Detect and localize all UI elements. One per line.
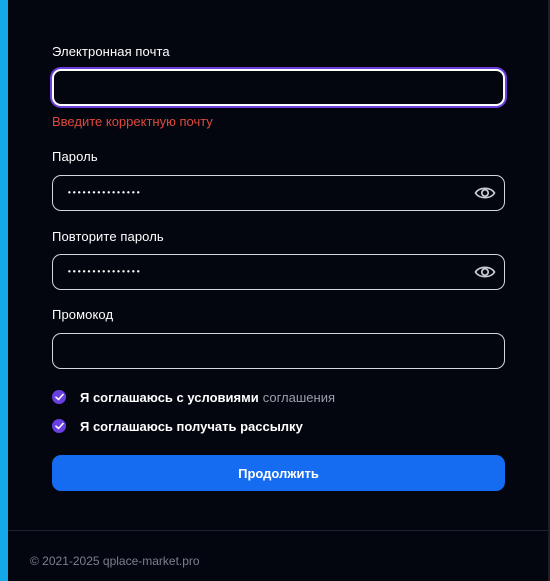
- email-error-message: Введите корректную почту: [52, 114, 213, 129]
- promocode-input[interactable]: [67, 334, 467, 368]
- footer-divider: [8, 530, 548, 531]
- confirm-password-field[interactable]: •••••••••••••••: [52, 254, 505, 290]
- password-field[interactable]: •••••••••••••••: [52, 175, 505, 211]
- continue-button[interactable]: Продолжить: [52, 455, 505, 491]
- promocode-label: Промокод: [52, 307, 114, 322]
- email-label: Электронная почта: [52, 44, 170, 59]
- agree-newsletter-text: Я соглашаюсь получать рассылку: [80, 418, 303, 434]
- password-value: •••••••••••••••: [67, 188, 141, 198]
- password-label: Пароль: [52, 149, 98, 164]
- agree-terms-checkbox[interactable]: [52, 390, 66, 404]
- confirm-password-value: •••••••••••••••: [67, 267, 141, 277]
- registration-panel: Электронная почта Введите корректную поч…: [0, 0, 550, 581]
- copyright-text: © 2021-2025 qplace-market.pro: [30, 554, 200, 568]
- eye-icon[interactable]: [474, 185, 496, 201]
- left-accent-strip: [0, 0, 8, 581]
- agree-terms-text: Я соглашаюсь с условиями: [80, 389, 259, 405]
- checkmark-icon: [54, 422, 64, 430]
- email-input[interactable]: [67, 71, 467, 104]
- checkmark-icon: [54, 393, 64, 401]
- agree-terms-row: Я соглашаюсь с условиями соглашения: [52, 389, 335, 405]
- promocode-field[interactable]: [52, 333, 505, 369]
- agree-newsletter-checkbox[interactable]: [52, 419, 66, 433]
- email-field[interactable]: [52, 69, 505, 106]
- eye-icon[interactable]: [474, 264, 496, 280]
- agree-newsletter-row: Я соглашаюсь получать рассылку: [52, 418, 303, 434]
- confirm-password-label: Повторите пароль: [52, 229, 164, 244]
- agreement-link[interactable]: соглашения: [263, 390, 335, 405]
